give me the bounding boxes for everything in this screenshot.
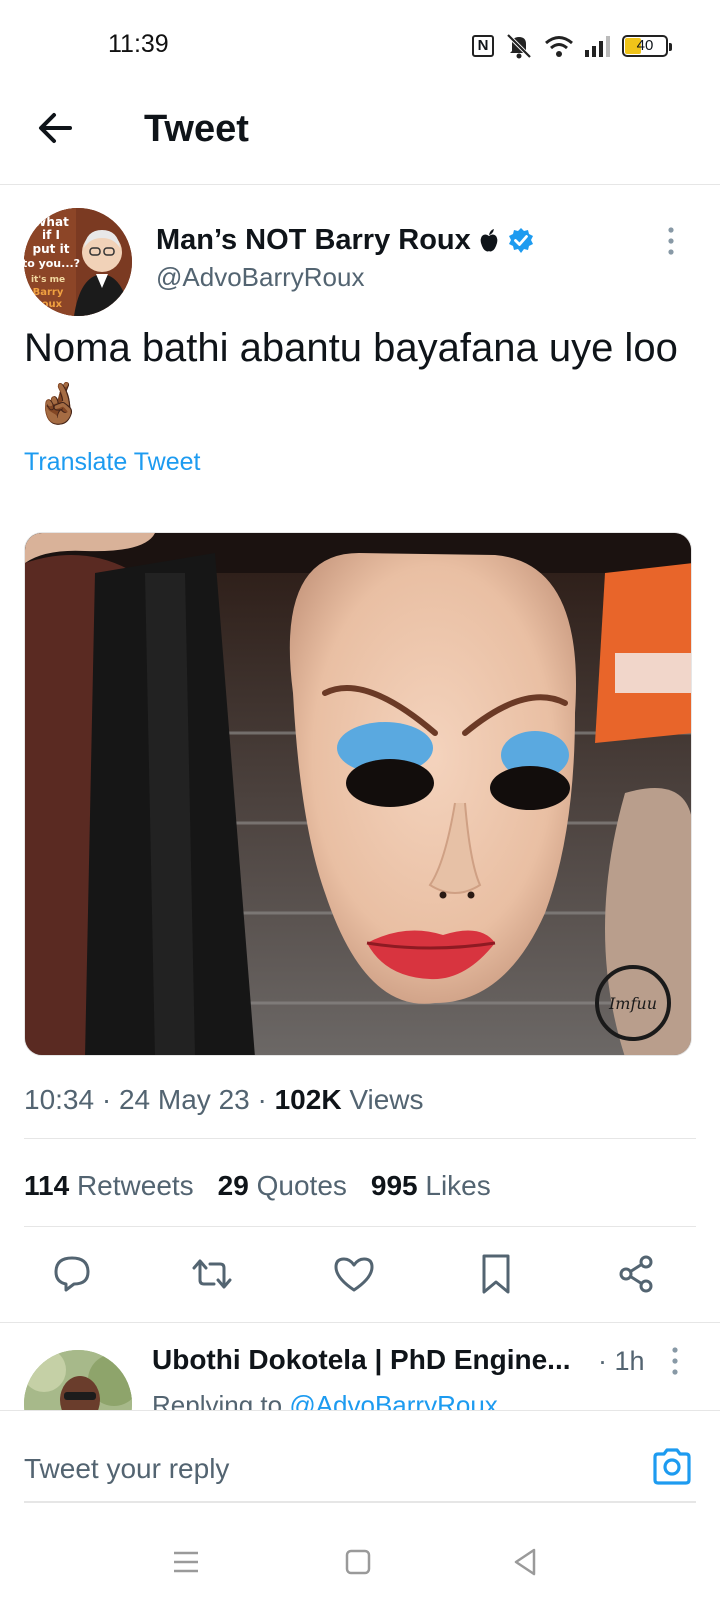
reply-button[interactable]	[48, 1250, 96, 1298]
more-options-button[interactable]	[662, 226, 680, 256]
more-vertical-icon	[672, 1347, 678, 1375]
system-navigation-bar	[0, 1520, 720, 1600]
likes-label: Likes	[425, 1170, 491, 1201]
more-vertical-icon	[668, 227, 674, 255]
share-icon	[619, 1255, 653, 1293]
retweet-button[interactable]	[188, 1250, 236, 1298]
media-watermark: Imfuu	[608, 994, 657, 1013]
mute-bell-icon	[506, 33, 532, 59]
quotes-stat[interactable]: 29 Quotes	[218, 1170, 347, 1202]
divider	[0, 1322, 720, 1323]
reply-time: · 1h	[598, 1346, 645, 1376]
views-count[interactable]: 102K	[275, 1084, 342, 1115]
tweet-time: 10:34	[24, 1084, 95, 1115]
home-square-icon	[345, 1549, 371, 1575]
battery-icon: 40	[622, 35, 672, 57]
nav-menu-button[interactable]	[166, 1542, 206, 1582]
author-handle[interactable]: @AdvoBarryRoux	[156, 262, 364, 293]
verified-badge-icon	[508, 227, 533, 253]
quotes-label: Quotes	[256, 1170, 347, 1201]
nav-back-button[interactable]	[506, 1542, 546, 1582]
menu-icon	[174, 1551, 198, 1573]
retweets-stat[interactable]: 114 Retweets	[24, 1170, 194, 1202]
avatar-caption-7: Roux	[34, 299, 63, 310]
arrow-left-icon	[39, 113, 72, 143]
divider	[24, 1226, 696, 1227]
avatar-caption-1: What	[33, 215, 69, 229]
translate-tweet-link[interactable]: Translate Tweet	[24, 448, 200, 477]
crossed-fingers-emoji: 🤞🏾	[34, 382, 84, 426]
back-button[interactable]	[34, 106, 78, 150]
reply-input[interactable]	[24, 1447, 624, 1491]
apple-icon	[480, 228, 498, 251]
reply-author-name[interactable]: Ubothi Dokotela | PhD Engine...	[152, 1344, 571, 1376]
avatar-illustration: What if I put it to you...? it's me Barr…	[24, 208, 132, 316]
avatar-caption-3: put it	[33, 242, 70, 256]
share-button[interactable]	[612, 1250, 660, 1298]
nav-home-button[interactable]	[338, 1542, 378, 1582]
wifi-icon	[545, 36, 573, 57]
reply-more-options-button[interactable]	[666, 1346, 684, 1376]
page-title: Tweet	[144, 108, 249, 150]
tweet-text: Noma bathi abantu bayafana uye loo 🤞🏾	[24, 320, 700, 432]
author-avatar[interactable]: What if I put it to you...? it's me Barr…	[24, 208, 132, 316]
divider	[24, 1138, 696, 1139]
battery-level: 40	[636, 37, 654, 54]
views-label[interactable]: Views	[349, 1084, 423, 1115]
author-name-row[interactable]: Man’s NOT Barry Roux	[156, 224, 535, 257]
likes-stat[interactable]: 995 Likes	[371, 1170, 491, 1202]
avatar-caption-5: it's me	[31, 275, 65, 285]
tweet-media-image[interactable]: Imfuu	[24, 532, 692, 1056]
retweets-label: Retweets	[76, 1170, 194, 1201]
avatar-caption-4: to you...?	[24, 257, 80, 270]
author-name: Man’s NOT Barry Roux	[156, 224, 471, 256]
retweet-icon	[192, 1259, 232, 1289]
quotes-count: 29	[217, 1170, 249, 1201]
compose-divider	[24, 1501, 696, 1503]
reply-icon	[54, 1256, 90, 1292]
engagement-stats: 114 Retweets 29 Quotes 995 Likes	[24, 1170, 491, 1202]
bookmark-icon	[482, 1254, 510, 1294]
bookmark-button[interactable]	[472, 1250, 520, 1298]
camera-button[interactable]	[650, 1445, 694, 1489]
heart-icon	[334, 1257, 374, 1292]
avatar-caption-2: if I	[42, 228, 60, 242]
tweet-body: Noma bathi abantu bayafana uye loo	[24, 326, 678, 370]
tweet-actions	[24, 1250, 696, 1310]
likes-count: 995	[370, 1170, 418, 1201]
retweets-count: 114	[24, 1170, 70, 1201]
header-divider	[0, 184, 720, 185]
tweet-metadata: 10:34 · 24 May 23 · 102K Views	[24, 1084, 424, 1115]
back-triangle-icon	[514, 1548, 536, 1576]
mask-photo: Imfuu	[25, 533, 691, 1055]
nfc-icon: N	[472, 35, 494, 57]
status-time: 11:39	[108, 30, 169, 58]
signal-icon	[585, 36, 610, 57]
avatar-caption-6: Barry	[33, 287, 64, 298]
tweet-date: 24 May 23	[118, 1084, 250, 1115]
status-icons: N 40	[472, 32, 672, 60]
camera-icon	[653, 1448, 691, 1485]
like-button[interactable]	[330, 1250, 378, 1298]
